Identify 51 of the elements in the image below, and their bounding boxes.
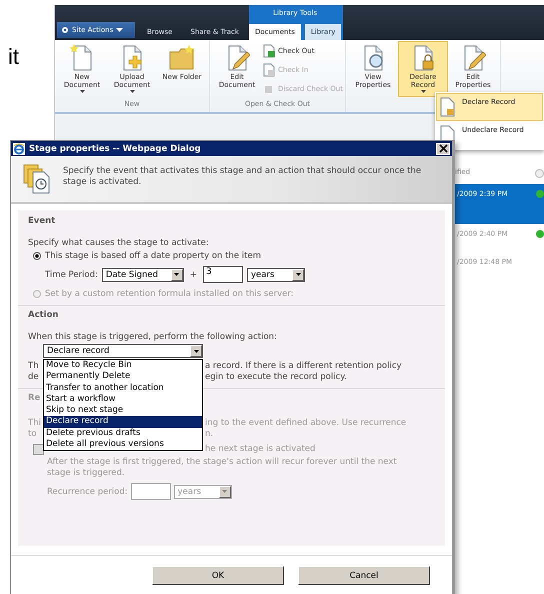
text-fragment: n. [205,429,214,440]
dialog-description: Specify the event that activates this stage and an action that should occur once the stage is activated. [63,166,422,188]
unit-dropdown[interactable]: years [247,268,305,282]
prompt-text: Specify what causes the stage to activate: [28,238,210,249]
documents-clock-icon [23,164,51,194]
caret-icon [174,273,180,276]
text-fragment: Th [28,361,40,372]
folder-icon [169,44,195,72]
window-title: Stage properties -- Webpage Dialog [29,144,202,154]
document-badge-icon [262,44,276,58]
text-fragment: a record. If there is a different retention policy [205,361,402,372]
text-fragment: egin to execute the record policy. [205,372,347,383]
close-button[interactable] [436,142,450,154]
dropdown-option[interactable]: Delete all previous versions [44,439,202,450]
section-heading: Event [28,216,56,228]
section-heading: Action [28,310,58,322]
document-lock-icon [440,97,456,117]
gear-icon [61,26,69,34]
date-property-dropdown[interactable]: Date Signed [102,268,184,282]
text-fragment: Thi [28,418,42,429]
dropdown-option[interactable]: Skip to next stage [44,405,202,416]
text-fragment: to [28,429,38,440]
prompt-text: When this stage is triggered, perform the following action: [28,332,278,344]
field-label: Time Period: [45,270,98,280]
dialog-button[interactable]: Cancel [298,566,430,585]
radio-label: This stage is based off a date property on the item [45,250,261,260]
text-fragment: ing to the event defined above. Use recurrence [205,418,406,429]
dropdown-option[interactable]: Delete previous drafts [44,428,202,440]
caret-icon [194,350,198,352]
radio-label: Set by a custom retention formula installed on this server: [45,288,294,298]
text-fragment: de [28,372,40,383]
amount-field[interactable]: 3 [203,266,243,283]
dropdown-option[interactable]: Move to Recycle Bin [44,360,202,372]
plus-sign: + [190,270,197,280]
text-fragment: he next stage is activated [205,444,316,454]
section-heading: Re [28,393,40,405]
dropdown-option[interactable]: Permanently Delete [44,371,202,383]
dropdown-option[interactable]: Declare record [44,416,202,428]
circle-icon [535,169,544,178]
field-label: Recurrence period: [47,486,128,496]
browser-icon [13,142,25,154]
dropdown-option[interactable]: Start a workflow [44,394,202,406]
radio-button[interactable] [33,252,41,260]
note-text: After the stage is first triggered, the stage's action will recur forever until the next stage is triggered. [46,457,398,479]
caret-icon [296,273,300,276]
slide-text: it [8,44,19,70]
caret-icon [222,490,228,493]
caret-icon [116,28,124,32]
dropdown-option[interactable]: Transfer to another location [44,382,202,394]
action-dropdown[interactable]: Declare record [43,344,203,358]
dialog-button[interactable]: OK [152,566,284,585]
